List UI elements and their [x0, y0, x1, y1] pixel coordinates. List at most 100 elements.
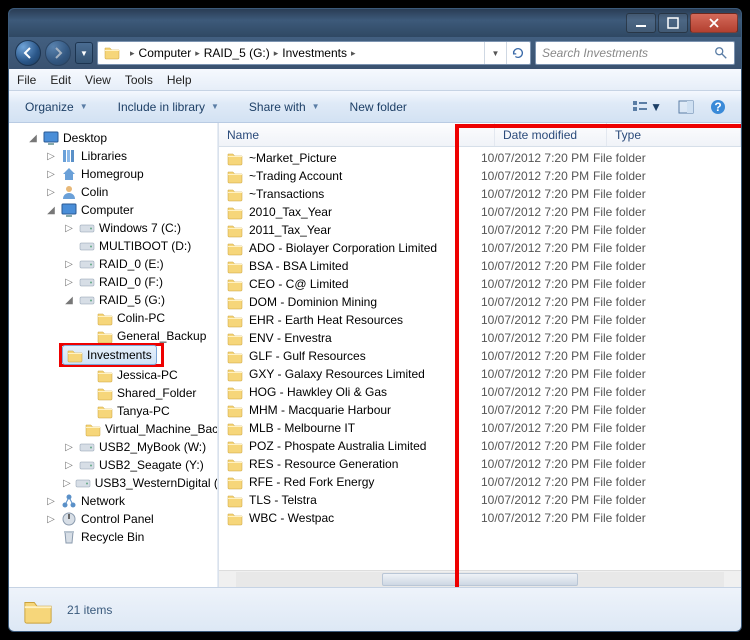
file-date: 10/07/2012 7:20 PM [481, 511, 593, 525]
back-button[interactable] [15, 40, 41, 66]
col-date[interactable]: Date modified [495, 123, 607, 146]
file-row[interactable]: 2011_Tax_Year10/07/2012 7:20 PMFile fold… [219, 221, 741, 239]
tree-drive-d[interactable]: ▷MULTIBOOT (D:) [9, 237, 218, 255]
forward-button[interactable] [45, 40, 71, 66]
file-type: File folder [593, 259, 646, 273]
tree-computer[interactable]: ◢Computer [9, 201, 218, 219]
file-rows[interactable]: ~Market_Picture10/07/2012 7:20 PMFile fo… [219, 147, 741, 570]
folder-icon [227, 456, 243, 472]
menu-file[interactable]: File [17, 73, 36, 87]
tree-recycle-bin[interactable]: Recycle Bin [9, 528, 218, 546]
horizontal-scrollbar[interactable] [219, 570, 741, 587]
file-type: File folder [593, 421, 646, 435]
file-row[interactable]: WBC - Westpac10/07/2012 7:20 PMFile fold… [219, 509, 741, 527]
address-dropdown[interactable]: ▼ [484, 42, 506, 64]
tree-g-colinpc[interactable]: Colin-PC [9, 309, 218, 327]
tree-homegroup[interactable]: ▷Homegroup [9, 165, 218, 183]
file-row[interactable]: MHM - Macquarie Harbour10/07/2012 7:20 P… [219, 401, 741, 419]
tree-drive-w[interactable]: ▷USB2_MyBook (W:) [9, 438, 218, 456]
tree-g-tanya[interactable]: Tanya-PC [9, 402, 218, 420]
file-row[interactable]: ~Trading Account10/07/2012 7:20 PMFile f… [219, 167, 741, 185]
file-row[interactable]: DOM - Dominion Mining10/07/2012 7:20 PMF… [219, 293, 741, 311]
refresh-button[interactable] [506, 42, 528, 64]
folder-icon [227, 294, 243, 310]
organize-button[interactable]: Organize▼ [19, 97, 94, 117]
crumb-root[interactable]: ▸ [124, 42, 137, 64]
folder-icon [227, 384, 243, 400]
file-row[interactable]: MLB - Melbourne IT10/07/2012 7:20 PMFile… [219, 419, 741, 437]
toolbar: Organize▼ Include in library▼ Share with… [9, 91, 741, 123]
tree-drive-f[interactable]: ▷RAID_0 (F:) [9, 273, 218, 291]
view-mode-button[interactable]: ▼ [627, 97, 667, 117]
menu-view[interactable]: View [85, 73, 111, 87]
tree-drive-y[interactable]: ▷USB2_Seagate (Y:) [9, 456, 218, 474]
help-button[interactable] [705, 96, 731, 118]
file-row[interactable]: 2010_Tax_Year10/07/2012 7:20 PMFile fold… [219, 203, 741, 221]
file-row[interactable]: HOG - Hawkley Oli & Gas10/07/2012 7:20 P… [219, 383, 741, 401]
tree-drive-c[interactable]: ▷Windows 7 (C:) [9, 219, 218, 237]
file-date: 10/07/2012 7:20 PM [481, 295, 593, 309]
maximize-button[interactable] [658, 13, 688, 33]
close-button[interactable] [690, 13, 738, 33]
crumb-drive[interactable]: RAID_5 (G:)▸ [202, 42, 281, 64]
file-row[interactable]: ADO - Biolayer Corporation Limited10/07/… [219, 239, 741, 257]
tree-desktop[interactable]: ◢Desktop [9, 129, 218, 147]
address-bar[interactable]: ▸ Computer▸ RAID_5 (G:)▸ Investments▸ ▼ [97, 41, 531, 65]
tree-network[interactable]: ▷Network [9, 492, 218, 510]
file-type: File folder [593, 475, 646, 489]
file-row[interactable]: BSA - BSA Limited10/07/2012 7:20 PMFile … [219, 257, 741, 275]
file-row[interactable]: GXY - Galaxy Resources Limited10/07/2012… [219, 365, 741, 383]
tree-g-vm[interactable]: Virtual_Machine_Backups [9, 420, 218, 438]
file-date: 10/07/2012 7:20 PM [481, 421, 593, 435]
file-type: File folder [593, 403, 646, 417]
folder-icon [227, 366, 243, 382]
include-library-button[interactable]: Include in library▼ [112, 97, 225, 117]
file-name: RES - Resource Generation [249, 457, 398, 471]
tree-drive-e[interactable]: ▷RAID_0 (E:) [9, 255, 218, 273]
menu-edit[interactable]: Edit [50, 73, 71, 87]
tree-control-panel[interactable]: ▷Control Panel [9, 510, 218, 528]
preview-pane-button[interactable] [673, 97, 699, 117]
file-row[interactable]: CEO - C@ Limited10/07/2012 7:20 PMFile f… [219, 275, 741, 293]
file-row[interactable]: RFE - Red Fork Energy10/07/2012 7:20 PMF… [219, 473, 741, 491]
status-bar: 21 items [9, 587, 741, 631]
menu-help[interactable]: Help [167, 73, 192, 87]
tree-drive-z[interactable]: ▷USB3_WesternDigital (Z:) [9, 474, 218, 492]
menu-tools[interactable]: Tools [125, 73, 153, 87]
file-type: File folder [593, 493, 646, 507]
file-name: POZ - Phospate Australia Limited [249, 439, 426, 453]
file-row[interactable]: TLS - Telstra10/07/2012 7:20 PMFile fold… [219, 491, 741, 509]
file-row[interactable]: EHR - Earth Heat Resources10/07/2012 7:2… [219, 311, 741, 329]
file-name: TLS - Telstra [249, 493, 317, 507]
folder-icon [227, 240, 243, 256]
minimize-button[interactable] [626, 13, 656, 33]
share-with-button[interactable]: Share with▼ [243, 97, 326, 117]
tree-drive-g[interactable]: ◢RAID_5 (G:) [9, 291, 218, 309]
tree-g-jessica[interactable]: Jessica-PC [9, 366, 218, 384]
tree-user[interactable]: ▷Colin [9, 183, 218, 201]
nav-tree[interactable]: ◢Desktop ▷Libraries ▷Homegroup ▷Colin ◢C… [9, 123, 219, 587]
file-row[interactable]: RES - Resource Generation10/07/2012 7:20… [219, 455, 741, 473]
file-type: File folder [593, 151, 646, 165]
history-dropdown[interactable]: ▼ [75, 42, 93, 64]
crumb-folder[interactable]: Investments▸ [280, 42, 357, 64]
file-row[interactable]: POZ - Phospate Australia Limited10/07/20… [219, 437, 741, 455]
tree-libraries[interactable]: ▷Libraries [9, 147, 218, 165]
tree-g-investments[interactable]: Investments [62, 345, 157, 365]
file-row[interactable]: GLF - Gulf Resources10/07/2012 7:20 PMFi… [219, 347, 741, 365]
folder-icon [227, 204, 243, 220]
crumb-computer[interactable]: Computer▸ [137, 42, 202, 64]
tree-g-shared[interactable]: Shared_Folder [9, 384, 218, 402]
file-name: ~Trading Account [249, 169, 342, 183]
file-date: 10/07/2012 7:20 PM [481, 367, 593, 381]
col-type[interactable]: Type [607, 123, 741, 146]
column-headers[interactable]: Name Date modified Type [219, 123, 741, 147]
file-row[interactable]: ENV - Envestra10/07/2012 7:20 PMFile fol… [219, 329, 741, 347]
col-name[interactable]: Name [219, 123, 495, 146]
search-box[interactable]: Search Investments [535, 41, 735, 65]
file-date: 10/07/2012 7:20 PM [481, 151, 593, 165]
new-folder-button[interactable]: New folder [344, 97, 413, 117]
file-row[interactable]: ~Market_Picture10/07/2012 7:20 PMFile fo… [219, 149, 741, 167]
titlebar[interactable] [9, 9, 741, 37]
file-row[interactable]: ~Transactions10/07/2012 7:20 PMFile fold… [219, 185, 741, 203]
